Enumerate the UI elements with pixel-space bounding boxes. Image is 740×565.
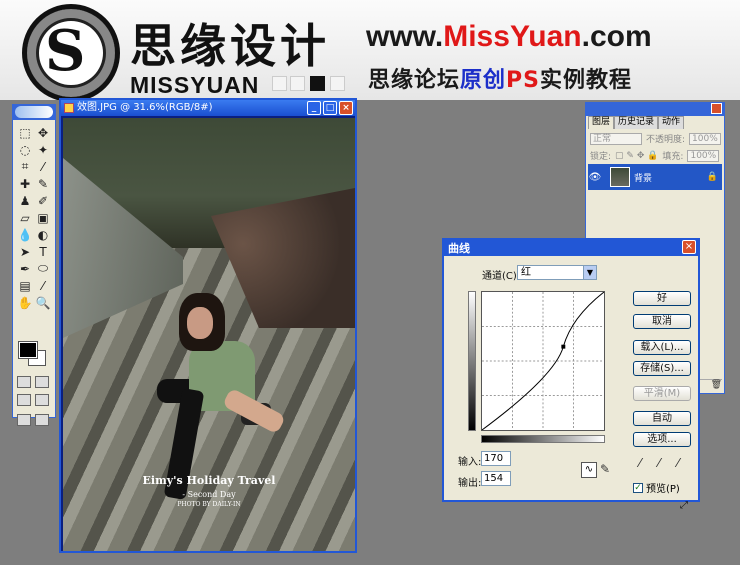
layer-thumbnail (610, 167, 630, 187)
channel-select[interactable]: 红 ▼ (517, 265, 597, 280)
input-value-field[interactable]: 170 (481, 451, 511, 466)
jump-to-imageready-button[interactable] (17, 414, 49, 426)
layer-lock-icon: 🔒 (706, 172, 718, 182)
gray-eyedropper-icon[interactable]: ⁄ (658, 456, 660, 470)
curve-graph[interactable] (481, 291, 605, 431)
notes-tool-icon[interactable]: ▤ (16, 277, 34, 294)
ok-button[interactable]: 好 (633, 291, 691, 306)
zoom-tool-icon[interactable]: 🔍 (34, 294, 52, 311)
curves-dialog-title: 曲线 (448, 242, 470, 255)
banner-url: www.MissYuan.com (366, 20, 652, 53)
output-gradient-bar (468, 291, 476, 431)
marquee-tool-icon[interactable]: ⬚ (16, 124, 34, 141)
crop-tool-icon[interactable]: ⌗ (16, 158, 34, 175)
opacity-label: 不透明度: (646, 135, 686, 145)
pen-tool-icon[interactable]: ✒ (16, 260, 34, 277)
load-button[interactable]: 载入(L)... (633, 340, 691, 355)
banner-mark: MISSYUAN (130, 72, 260, 98)
eraser-tool-icon[interactable]: ▱ (16, 209, 34, 226)
cancel-button[interactable]: 取消 (633, 314, 691, 329)
document-icon (64, 103, 74, 113)
shape-tool-icon[interactable]: ⬭ (34, 260, 52, 277)
smooth-button[interactable]: 平滑(M) (633, 386, 691, 401)
white-eyedropper-icon[interactable]: ⁄ (677, 456, 679, 470)
preview-label: 预览(P) (646, 484, 680, 495)
input-label: 输入: (458, 457, 482, 468)
tab-layers[interactable]: 图层 (588, 116, 615, 129)
magic-wand-tool-icon[interactable]: ✦ (34, 141, 52, 158)
path-select-tool-icon[interactable]: ➤ (16, 243, 34, 260)
photo-caption-subtitle: - Second Day (182, 490, 236, 499)
output-value-field[interactable]: 154 (481, 471, 511, 486)
eyedropper-tool-icon[interactable]: ⁄ (34, 277, 52, 294)
layer-name: 背景 (634, 173, 653, 184)
auto-button[interactable]: 自动 (633, 411, 691, 426)
preview-checkbox[interactable]: ✓ 预览(P) (633, 480, 680, 495)
close-button[interactable]: × (339, 101, 353, 115)
blend-mode-select[interactable]: 正常 (590, 132, 642, 145)
delete-layer-icon[interactable]: 🗑 (711, 380, 722, 391)
input-gradient-bar[interactable] (481, 435, 605, 443)
tab-actions[interactable]: 动作 (658, 116, 685, 129)
image-document-window: 效图.JPG @ 31.6%(RGB/8#) _ □ × Eimy's Holi… (59, 98, 357, 553)
image-window-title: 效图.JPG @ 31.6%(RGB/8#) (77, 102, 213, 113)
curves-close-button[interactable]: × (682, 240, 696, 254)
minimize-button[interactable]: _ (307, 101, 321, 115)
layer-row-background[interactable]: 👁 背景 🔒 (588, 164, 722, 190)
woman-figure (157, 293, 303, 501)
missyuan-logo: S (22, 4, 120, 100)
document-canvas[interactable]: Eimy's Holiday Travel - Second Day PHOTO… (63, 118, 355, 551)
banner-tagline: 思缘论坛原创PS实例教程 (368, 68, 633, 93)
channel-label: 通道(C): (482, 271, 521, 282)
brush-tool-icon[interactable]: ✎ (34, 175, 52, 192)
curve-control-point (561, 344, 566, 349)
dodge-tool-icon[interactable]: ◐ (34, 226, 52, 243)
blur-tool-icon[interactable]: 💧 (16, 226, 34, 243)
photo-caption-title: Eimy's Holiday Travel (142, 474, 276, 487)
hand-tool-icon[interactable]: ✋ (16, 294, 34, 311)
layers-palette-close-button[interactable] (711, 103, 722, 114)
photoshop-feather-icon[interactable] (15, 106, 53, 118)
photo-caption-credit: PHOTO BY DAILY-IN (177, 501, 241, 508)
history-brush-tool-icon[interactable]: ✐ (34, 192, 52, 209)
expand-graph-icon[interactable]: ⤢ (680, 500, 688, 511)
type-tool-icon[interactable]: T (34, 243, 52, 260)
output-label: 输出: (458, 478, 482, 489)
fill-field[interactable]: 100% (687, 149, 720, 162)
curve-draw-mode-icon[interactable]: ∿ (581, 462, 597, 478)
move-tool-icon[interactable]: ✥ (34, 124, 52, 141)
visibility-eye-icon[interactable]: 👁 (588, 172, 602, 183)
chevron-down-icon: ▼ (583, 266, 596, 279)
lock-icons[interactable]: ▢ ✎ ✥ 🔒 (615, 151, 658, 161)
tutorial-banner: S 思缘设计 MISSYUAN www.MissYuan.com 思缘论坛原创P… (0, 0, 740, 100)
pencil-mode-icon[interactable]: ✎ (600, 462, 610, 476)
tools-palette: ⬚ ✥ ◌ ✦ ⌗ ⁄ ✚ ✎ ♟ ✐ ▱ ▣ 💧 ◐ ➤ T ✒ ⬭ ▤ ⁄ ✋ 🔍 (12, 104, 56, 426)
quick-mask-toggle[interactable] (17, 376, 49, 388)
options-button[interactable]: 选项... (633, 432, 691, 447)
gradient-tool-icon[interactable]: ▣ (34, 209, 52, 226)
foreground-color-swatch[interactable] (18, 341, 38, 359)
screen-mode-toggle[interactable] (17, 394, 49, 406)
black-eyedropper-icon[interactable]: ⁄ (639, 456, 641, 470)
checkmark-icon: ✓ (633, 482, 643, 493)
slice-tool-icon[interactable]: ⁄ (34, 158, 52, 175)
save-button[interactable]: 存储(S)... (633, 361, 691, 376)
fill-label: 填充: (662, 152, 684, 162)
banner-cn-title: 思缘设计 (130, 19, 330, 73)
healing-brush-tool-icon[interactable]: ✚ (16, 175, 34, 192)
image-window-titlebar[interactable]: 效图.JPG @ 31.6%(RGB/8#) _ □ × (61, 100, 355, 116)
maximize-button[interactable]: □ (323, 101, 337, 115)
lasso-tool-icon[interactable]: ◌ (16, 141, 34, 158)
stamp-tool-icon[interactable]: ♟ (16, 192, 34, 209)
tab-history[interactable]: 历史记录 (614, 116, 659, 129)
lock-label: 锁定: (590, 152, 612, 162)
curves-dialog: 曲线 × 通道(C): 红 ▼ 好 取消 载入(L)... 存储(S)... 平滑… (442, 238, 700, 511)
opacity-field[interactable]: 100% (689, 132, 721, 145)
